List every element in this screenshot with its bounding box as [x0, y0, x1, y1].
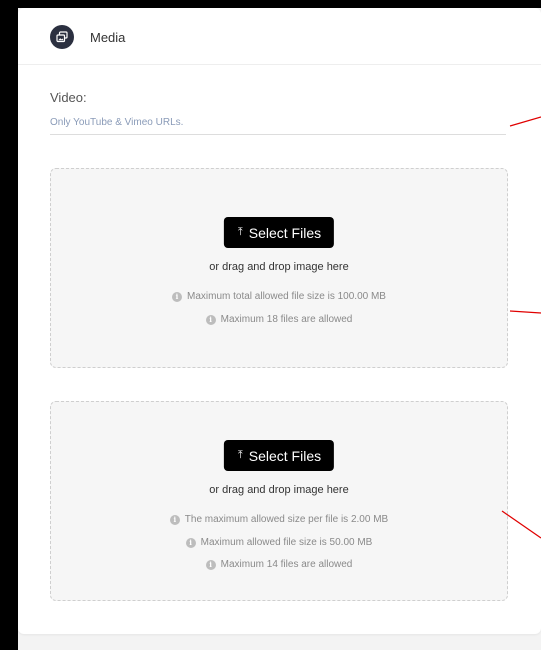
documents-dropzone[interactable]: ⤒ Select Files or drag and drop image he…	[50, 401, 508, 601]
gallery-icon	[50, 25, 74, 49]
info-text: Maximum 14 files are allowed	[220, 559, 353, 570]
drop-hint: or drag and drop image here	[209, 261, 349, 273]
left-edge	[0, 0, 18, 650]
select-files-button[interactable]: ⤒ Select Files	[223, 217, 335, 248]
info-line: i Maximum allowed file size is 50.00 MB	[51, 537, 507, 548]
info-line: i The maximum allowed size per file is 2…	[51, 514, 507, 525]
select-files-button[interactable]: ⤒ Select Files	[223, 440, 335, 471]
upload-icon: ⤒	[237, 449, 243, 461]
top-edge	[0, 0, 541, 8]
drop-hint: or drag and drop image here	[209, 484, 349, 496]
info-text: Maximum total allowed file size is 100.0…	[187, 291, 386, 302]
card-header: Media	[18, 8, 541, 65]
info-text: Maximum allowed file size is 50.00 MB	[200, 537, 373, 548]
info-text: The maximum allowed size per file is 2.0…	[184, 514, 389, 525]
info-icon: i	[172, 291, 182, 302]
media-card: Media Video: ⤒ Select Files or drag and …	[18, 8, 541, 634]
video-url-input[interactable]	[50, 110, 506, 135]
gallery-dropzone[interactable]: ⤒ Select Files or drag and drop image he…	[50, 168, 508, 368]
info-icon: i	[205, 314, 216, 325]
select-files-label: Select Files	[248, 447, 322, 464]
info-icon: i	[185, 537, 196, 548]
info-icon: i	[205, 559, 216, 570]
info-line: i Maximum 18 files are allowed	[51, 314, 507, 325]
upload-icon: ⤒	[237, 226, 243, 238]
info-line: i Maximum total allowed file size is 100…	[51, 291, 507, 302]
info-line: i Maximum 14 files are allowed	[51, 559, 507, 570]
select-files-label: Select Files	[248, 224, 322, 241]
info-text: Maximum 18 files are allowed	[220, 314, 353, 325]
card-title: Media	[90, 30, 126, 45]
info-icon: i	[169, 514, 180, 525]
video-label: Video:	[50, 90, 87, 105]
